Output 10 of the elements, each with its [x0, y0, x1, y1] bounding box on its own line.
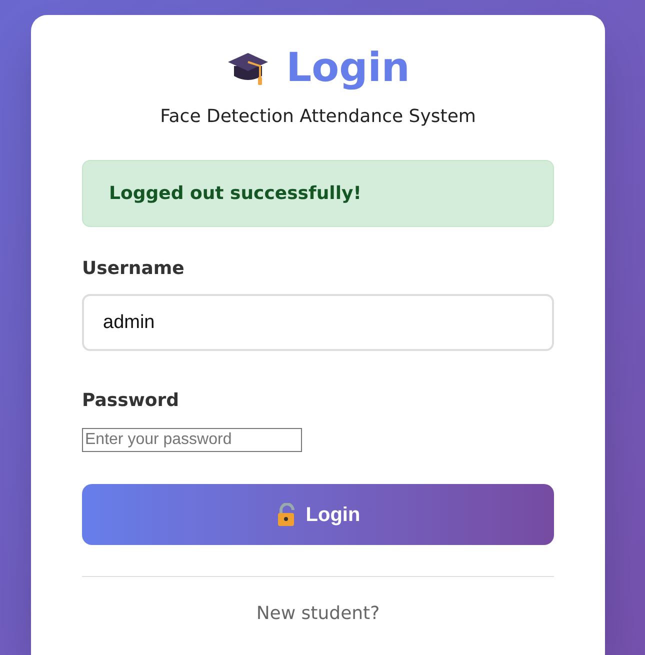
subtitle: Face Detection Attendance System: [159, 105, 477, 129]
field-label: Password: [82, 389, 180, 413]
graduation-cap-icon: [226, 50, 270, 86]
input-field[interactable]: Enter your password: [82, 428, 302, 452]
page-title: Login: [286, 48, 410, 88]
signup-prompt: New student?: [255, 603, 381, 626]
alert-message: Logged out successfully!: [109, 182, 362, 206]
login-button[interactable]: Login: [82, 484, 554, 545]
input-field[interactable]: admin: [82, 294, 554, 351]
field-label: Username: [82, 257, 186, 281]
